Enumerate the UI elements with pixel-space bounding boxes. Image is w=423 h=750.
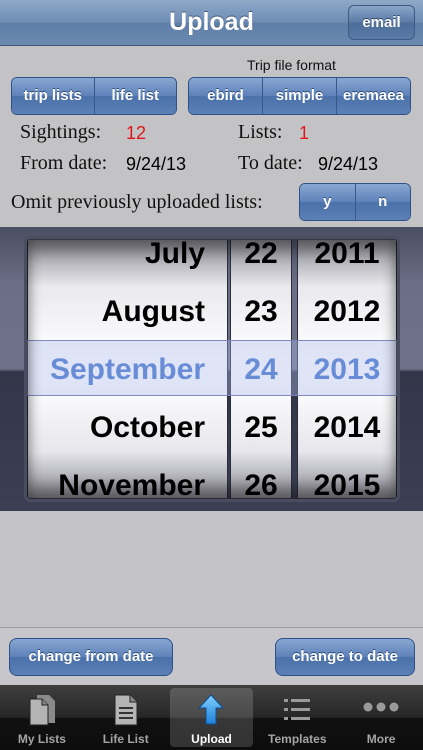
segment-simple[interactable]: simple: [263, 78, 337, 114]
tab-templates[interactable]: Templates: [255, 685, 339, 750]
sightings-count: 12: [126, 123, 147, 143]
tab-label: Templates: [268, 732, 327, 746]
month-option[interactable]: October: [28, 399, 227, 457]
year-option[interactable]: 2011: [298, 240, 396, 283]
lists-count: 1: [299, 123, 310, 143]
trip-format-segmented-control: ebird simple eremaea: [188, 77, 411, 115]
trip-format-label: Trip file format: [247, 57, 336, 73]
day-option[interactable]: 26: [231, 457, 291, 498]
year-wheel[interactable]: 2011 2012 2013 2014 2015: [297, 240, 397, 498]
tab-label: More: [366, 732, 396, 746]
day-wheel[interactable]: 22 23 24 25 26: [230, 240, 292, 498]
tab-upload[interactable]: Upload: [169, 688, 254, 747]
year-option[interactable]: 2015: [298, 457, 396, 498]
tab-life-list[interactable]: Life List: [84, 685, 168, 750]
tab-my-lists[interactable]: My Lists: [0, 685, 84, 750]
segment-trip-lists[interactable]: trip lists: [12, 78, 95, 114]
change-to-date-button[interactable]: change to date: [275, 638, 415, 676]
year-option[interactable]: 2014: [298, 399, 396, 457]
segment-eremaea[interactable]: eremaea: [337, 78, 410, 114]
month-option-selected[interactable]: September: [28, 341, 227, 399]
navigation-bar: Upload email: [0, 0, 423, 46]
month-option[interactable]: November: [28, 457, 227, 498]
document-icon: [29, 695, 55, 726]
lists-label: Lists:: [238, 121, 283, 143]
segment-no[interactable]: n: [355, 184, 410, 220]
omit-segmented-control: y n: [299, 183, 411, 221]
segment-life-list[interactable]: life list: [94, 78, 176, 114]
sightings-label: Sightings:: [20, 121, 102, 143]
bulleted-list-icon: [284, 699, 311, 720]
tab-more[interactable]: More: [339, 685, 423, 750]
email-button[interactable]: email: [348, 5, 415, 40]
tab-label: Upload: [191, 732, 232, 746]
month-option[interactable]: August: [28, 283, 227, 341]
day-option[interactable]: 23: [231, 283, 291, 341]
segment-yes[interactable]: y: [300, 184, 356, 220]
tab-label: My Lists: [17, 732, 66, 746]
omit-uploaded-label: Omit previously uploaded lists:: [11, 191, 263, 213]
year-option[interactable]: 2012: [298, 283, 396, 341]
segment-ebird[interactable]: ebird: [189, 78, 263, 114]
month-option[interactable]: July: [28, 240, 227, 283]
from-date-label: From date:: [20, 152, 108, 174]
tab-bar: My Lists Life List Upload Templates More: [0, 685, 423, 750]
day-option[interactable]: 22: [231, 240, 291, 283]
upload-arrow-icon: [198, 694, 225, 725]
more-dots-icon: [363, 702, 399, 712]
month-wheel[interactable]: July August September October November: [27, 240, 228, 498]
from-date-value: 9/24/13: [126, 154, 187, 174]
day-option-selected[interactable]: 24: [231, 341, 291, 399]
list-type-segmented-control: trip lists life list: [11, 77, 177, 115]
to-date-label: To date:: [238, 152, 303, 174]
to-date-value: 9/24/13: [318, 154, 379, 174]
day-option[interactable]: 25: [231, 399, 291, 457]
year-option-selected[interactable]: 2013: [298, 341, 396, 399]
tab-label: Life List: [102, 732, 149, 746]
change-from-date-button[interactable]: change from date: [9, 638, 173, 676]
list-document-icon: [114, 694, 138, 726]
